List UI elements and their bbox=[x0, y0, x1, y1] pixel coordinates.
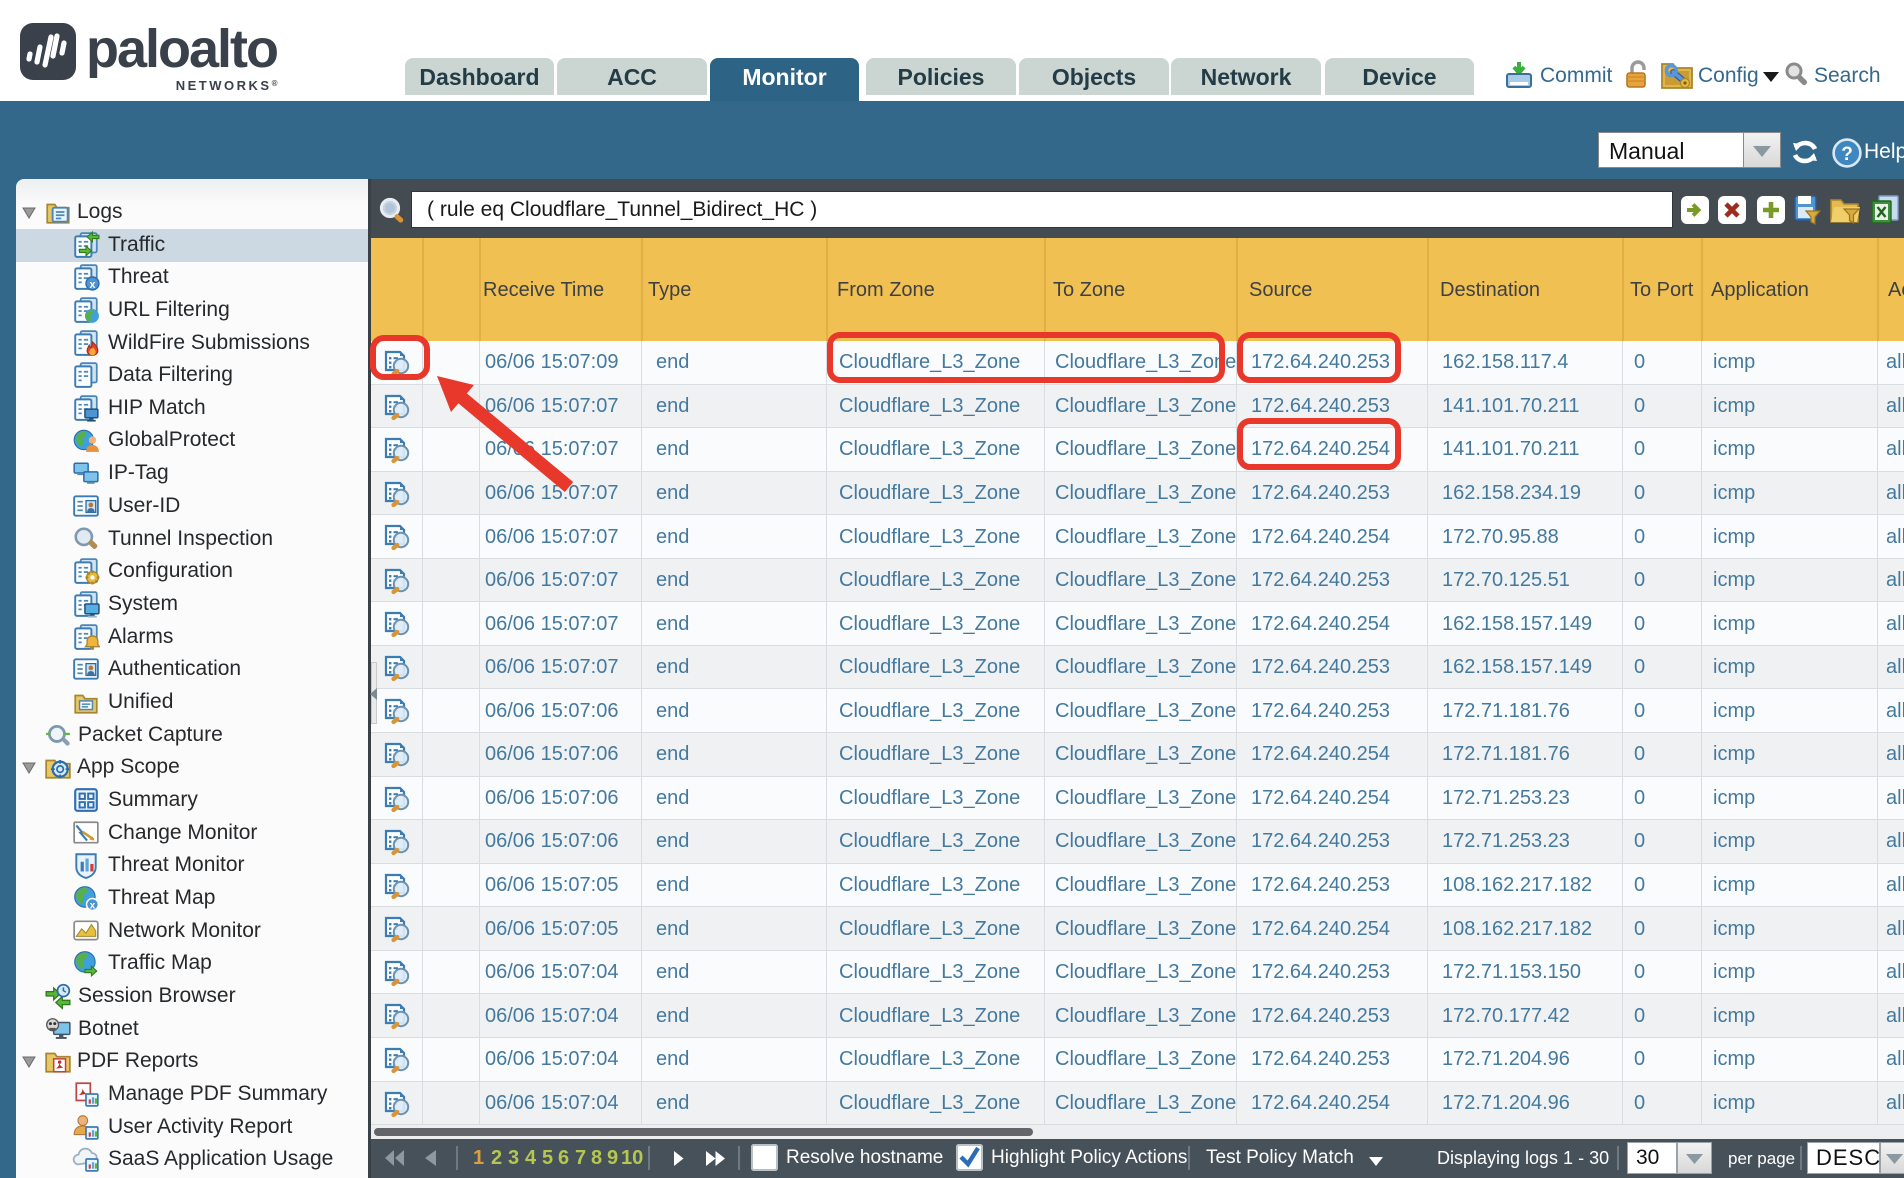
svg-text:x: x bbox=[90, 901, 96, 912]
svg-text:?: ? bbox=[1841, 144, 1853, 165]
svg-text:x: x bbox=[89, 279, 95, 291]
